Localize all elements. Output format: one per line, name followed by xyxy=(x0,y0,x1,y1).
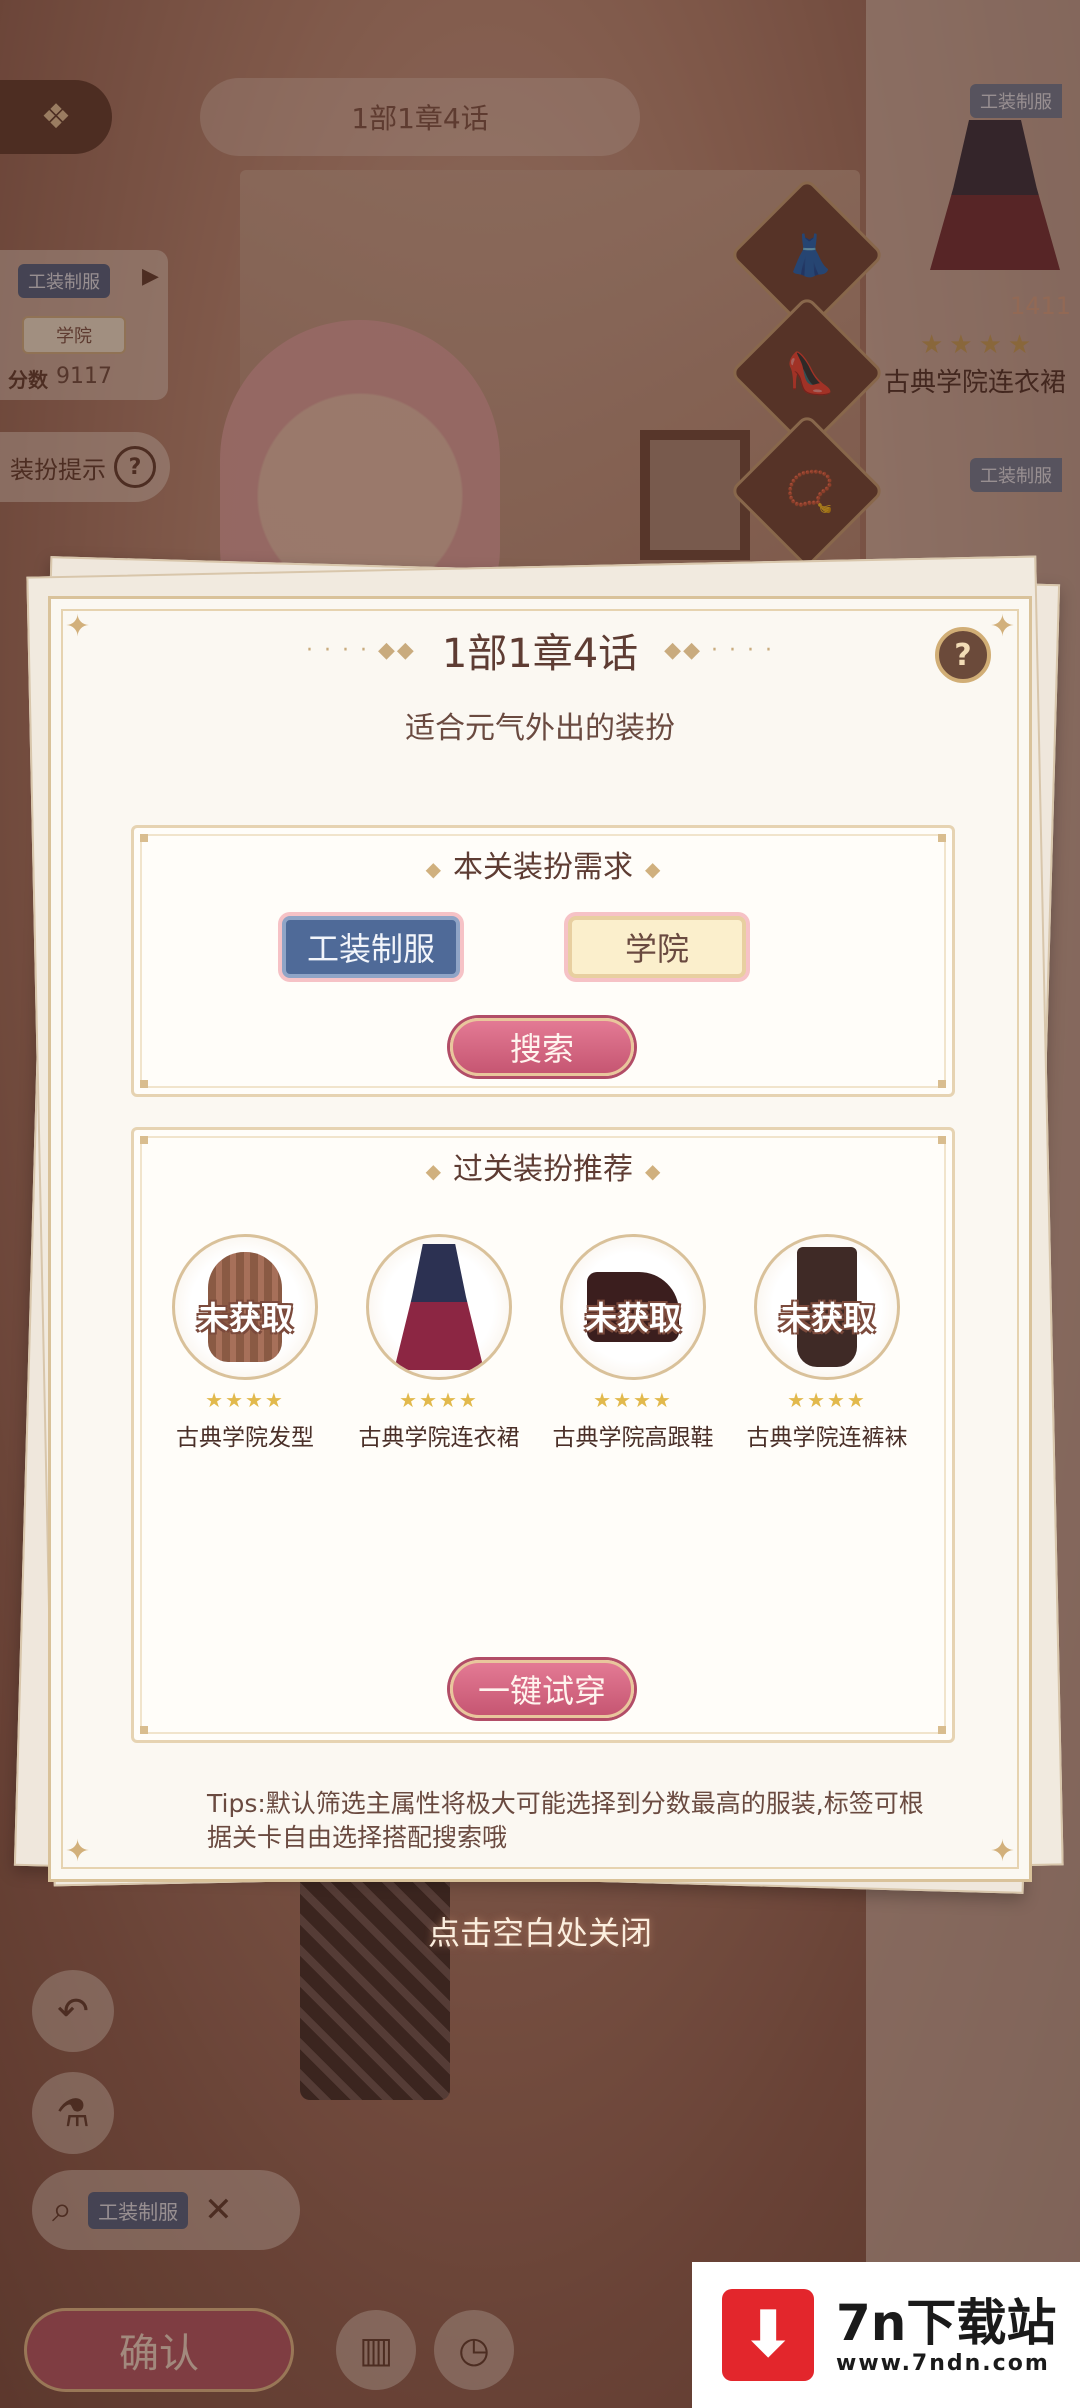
dialog-title: 1部1章4话 xyxy=(441,631,639,677)
title-ornament-left: · · · · ◆◆ xyxy=(306,637,416,663)
corner-dot xyxy=(140,1136,148,1144)
item-name: 古典学院发型 xyxy=(176,1425,314,1451)
question-icon: ? xyxy=(954,637,972,673)
watermark-text: 7n下载站 www.7ndn.com xyxy=(836,2295,1056,2376)
corner-star-icon: ✦ xyxy=(65,1834,91,1869)
one-click-try-on-button[interactable]: 一键试穿 xyxy=(450,1660,634,1718)
corner-dot xyxy=(938,1080,946,1088)
corner-dot xyxy=(140,834,148,842)
recommend-item[interactable]: 未获取 ★★★★ 古典学院连裤袜 xyxy=(742,1234,912,1452)
download-arrow-icon: ⬇ xyxy=(722,2289,814,2381)
corner-dot xyxy=(140,1080,148,1088)
requirements-title: 本关装扮需求 xyxy=(453,850,633,885)
item-frame xyxy=(366,1234,512,1380)
recommend-item[interactable]: ★★★★ 古典学院连衣裙 xyxy=(354,1234,524,1452)
watermark-url: www.7ndn.com xyxy=(836,2350,1050,2376)
search-button[interactable]: 搜索 xyxy=(450,1018,634,1076)
recommend-title: 过关装扮推荐 xyxy=(453,1152,633,1187)
corner-dot xyxy=(938,1136,946,1144)
item-frame: 未获取 xyxy=(172,1234,318,1380)
close-hint[interactable]: 点击空白处关闭 xyxy=(0,1908,1080,1954)
watermark-brand: 7n下载站 xyxy=(836,2293,1057,2352)
item-name: 古典学院高跟鞋 xyxy=(552,1425,714,1451)
item-stars: ★★★★ xyxy=(399,1388,479,1412)
dialog-title-row: · · · · ◆◆ 1部1章4话 ◆◆ · · · · xyxy=(51,621,1029,679)
help-button[interactable]: ? xyxy=(935,627,991,683)
dialog-subtitle: 适合元气外出的装扮 xyxy=(405,711,675,746)
corner-star-icon: ✦ xyxy=(989,1834,1015,1869)
corner-dot xyxy=(938,1726,946,1734)
item-name: 古典学院连衣裙 xyxy=(358,1425,520,1451)
recommend-item[interactable]: 未获取 ★★★★ 古典学院发型 xyxy=(160,1234,330,1452)
requirement-tag-type[interactable]: 工装制服 xyxy=(282,916,460,978)
tips-text: Tips:默认筛选主属性将极大可能选择到分数最高的服装,标签可根据关卡自由选择搭… xyxy=(207,1789,924,1852)
recommend-section: ◆ 过关装扮推荐 ◆ 未获取 ★★★★ 古典学院发型 ★★★★ 古典学院连衣裙 未获… xyxy=(131,1127,955,1743)
unobtained-label: 未获取 xyxy=(584,1299,681,1337)
item-frame: 未获取 xyxy=(754,1234,900,1380)
diamond-icon: ◆ xyxy=(425,1158,441,1183)
item-stars: ★★★★ xyxy=(593,1388,673,1412)
diamond-icon: ◆ xyxy=(645,1158,661,1183)
dress-icon xyxy=(394,1244,484,1370)
requirements-title-row: ◆ 本关装扮需求 ◆ xyxy=(134,842,952,886)
item-frame: 未获取 xyxy=(560,1234,706,1380)
requirements-section: ◆ 本关装扮需求 ◆ 工装制服 学院 搜索 xyxy=(131,825,955,1097)
corner-dot xyxy=(938,834,946,842)
outfit-hint-dialog: ✦ ✦ ✦ ✦ · · · · ◆◆ 1部1章4话 ◆◆ · · · · ? 适… xyxy=(48,596,1032,1882)
requirement-tag-style[interactable]: 学院 xyxy=(568,916,746,978)
recommend-item[interactable]: 未获取 ★★★★ 古典学院高跟鞋 xyxy=(548,1234,718,1452)
unobtained-label: 未获取 xyxy=(778,1299,875,1337)
corner-dot xyxy=(140,1726,148,1734)
item-stars: ★★★★ xyxy=(787,1388,867,1412)
item-stars: ★★★★ xyxy=(205,1388,285,1412)
item-name: 古典学院连裤袜 xyxy=(746,1425,908,1451)
diamond-icon: ◆ xyxy=(645,856,661,881)
diamond-icon: ◆ xyxy=(425,856,441,881)
recommend-title-row: ◆ 过关装扮推荐 ◆ xyxy=(134,1144,952,1188)
unobtained-label: 未获取 xyxy=(196,1299,293,1337)
watermark: ⬇ 7n下载站 www.7ndn.com xyxy=(692,2262,1080,2408)
title-ornament-right: ◆◆ · · · · xyxy=(664,637,774,663)
